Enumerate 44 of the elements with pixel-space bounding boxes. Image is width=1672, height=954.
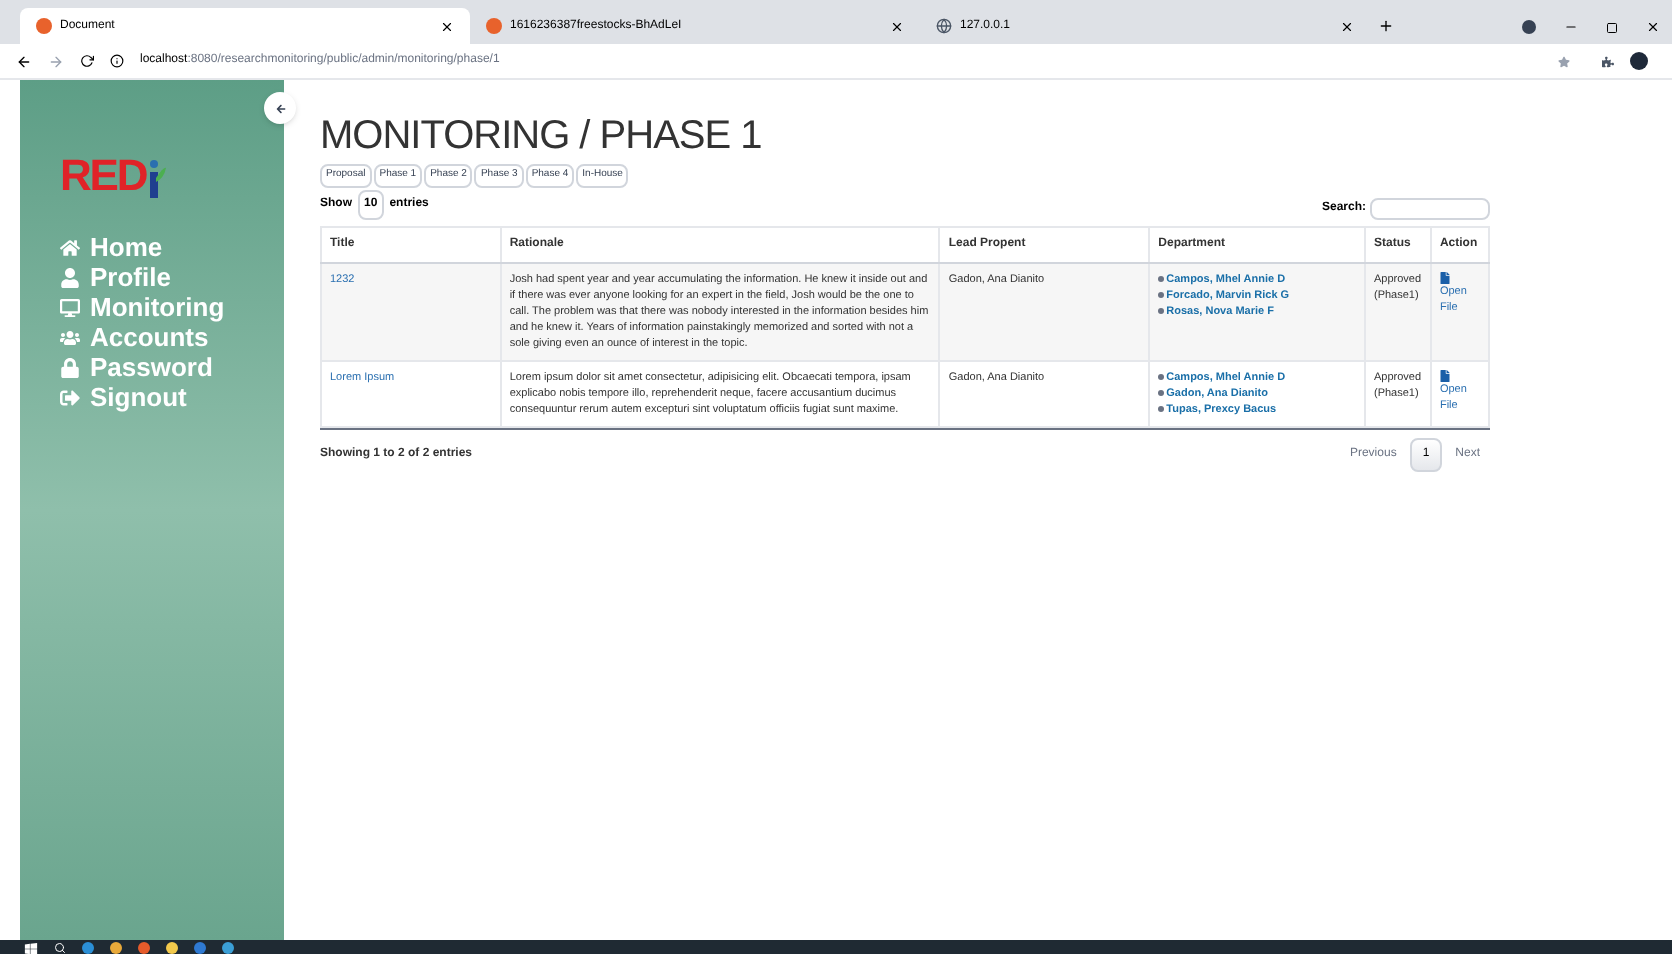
user-icon xyxy=(60,267,80,287)
bullet-icon xyxy=(1158,406,1165,412)
maximize-icon[interactable] xyxy=(1606,21,1618,33)
lock-icon xyxy=(60,357,80,377)
avatar-icon[interactable] xyxy=(1630,52,1648,70)
bullet-icon xyxy=(1158,308,1165,314)
favicon-icon xyxy=(486,18,502,34)
favicon-icon xyxy=(36,18,52,34)
app-icon[interactable] xyxy=(166,942,178,954)
windows-icon[interactable] xyxy=(24,942,38,954)
collapse-button[interactable] xyxy=(264,92,296,124)
app-icon[interactable] xyxy=(138,942,150,954)
reload-icon[interactable] xyxy=(80,54,94,68)
globe-icon xyxy=(936,18,952,34)
app-icon[interactable] xyxy=(110,942,122,954)
profile-icon[interactable] xyxy=(1522,20,1536,34)
search-icon[interactable] xyxy=(54,942,66,954)
close-icon[interactable] xyxy=(1646,20,1660,34)
monitor-icon xyxy=(60,297,80,317)
close-icon[interactable] xyxy=(890,19,904,33)
search-field[interactable] xyxy=(1370,197,1490,219)
home-icon xyxy=(60,237,80,257)
minimize-icon[interactable] xyxy=(1564,20,1578,34)
info-icon xyxy=(110,54,124,68)
app-icon[interactable] xyxy=(82,942,94,954)
sign-out-icon xyxy=(60,387,80,407)
puzzle-icon[interactable] xyxy=(1602,55,1614,67)
file-icon xyxy=(1439,369,1450,381)
arrow-left-icon xyxy=(275,103,285,113)
person-leaf-icon xyxy=(146,158,167,198)
star-icon[interactable] xyxy=(1558,55,1570,67)
logo: RED xyxy=(60,154,180,198)
back-icon[interactable] xyxy=(16,53,32,69)
app-icon[interactable] xyxy=(222,942,234,954)
bullet-icon xyxy=(1158,374,1165,380)
bullet-icon xyxy=(1158,292,1165,298)
page-title: MONITORING / PHASE 1 xyxy=(320,114,764,158)
bullet-icon xyxy=(1158,276,1165,282)
file-icon xyxy=(1439,271,1450,283)
bullet-icon xyxy=(1158,390,1165,396)
users-icon xyxy=(60,327,80,347)
close-icon[interactable] xyxy=(440,19,454,33)
close-icon[interactable] xyxy=(1340,19,1354,33)
new-tab-icon[interactable] xyxy=(1378,18,1394,34)
